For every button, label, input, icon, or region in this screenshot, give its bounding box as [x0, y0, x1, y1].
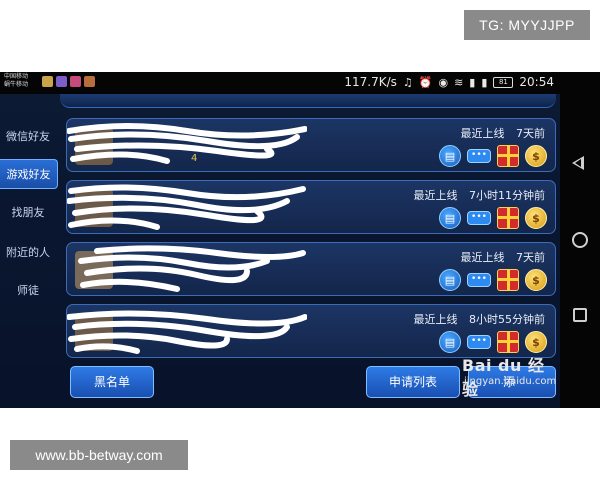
carrier-line-2: 蜗牛移动 — [4, 81, 29, 88]
wifi-icon: ≋ — [454, 75, 464, 89]
last-online: 最近上线 8小时55分钟前 — [414, 311, 546, 327]
last-online: 最近上线 7天前 — [461, 125, 546, 141]
game-friend-panel: 微信好友 游戏好友 找朋友 附近的人 师徒 4 最近上线 7天前 ▤ ••• $… — [0, 94, 560, 408]
profile-button[interactable]: ▤ — [439, 269, 461, 291]
friend-card[interactable]: 4 最近上线 7天前 ▤ ••• $ — [66, 118, 556, 172]
back-icon[interactable] — [572, 156, 584, 170]
profile-button[interactable]: ▤ — [439, 207, 461, 229]
carrier-line-1: 中国移动 — [4, 73, 29, 80]
avatar — [75, 251, 113, 289]
last-online-value: 7天前 — [516, 127, 545, 140]
gold-coin-button[interactable]: $ — [525, 145, 547, 167]
app-notification-icon — [70, 76, 81, 87]
gift-button[interactable] — [497, 145, 519, 167]
gift-button[interactable] — [497, 269, 519, 291]
baidu-watermark-url: jingyan.baidu.com — [464, 376, 557, 387]
profile-button[interactable]: ▤ — [439, 331, 461, 353]
friend-actions: ▤ ••• $ — [439, 145, 547, 167]
status-indicators: 117.7K/s ♫ ⏰ ◉ ≋ ▮ ▮ 81 20:54 — [344, 75, 554, 89]
last-online-value: 8小时55分钟前 — [469, 313, 545, 326]
signal-icon: ▮ — [469, 75, 476, 89]
eye-icon: ◉ — [438, 75, 449, 89]
signal-icon-2: ▮ — [481, 75, 488, 89]
last-online-label: 最近上线 — [460, 127, 505, 140]
app-notification-icon — [42, 76, 53, 87]
gold-coin-button[interactable]: $ — [525, 269, 547, 291]
friend-card[interactable]: 最近上线 7小时11分钟前 ▤ ••• $ — [66, 180, 556, 234]
sidebar-item-wechat-friends[interactable]: 微信好友 — [0, 122, 56, 152]
android-nav-bar — [560, 72, 600, 408]
request-list-button[interactable]: 申请列表 — [366, 366, 460, 398]
clock: 20:54 — [519, 75, 554, 89]
chat-button[interactable]: ••• — [467, 211, 491, 225]
chat-button[interactable]: ••• — [467, 335, 491, 349]
screenshot-page: TG: MYYJJPP 中国移动 蜗牛移动 117.7K/s ♫ ⏰ ◉ ≋ ▮… — [0, 0, 600, 480]
sidebar-item-mentor[interactable]: 师徒 — [0, 276, 56, 306]
url-watermark: www.bb-betway.com — [10, 440, 188, 470]
blacklist-button[interactable]: 黑名单 — [70, 366, 154, 398]
network-speed: 117.7K/s — [344, 75, 397, 89]
last-online-value: 7天前 — [516, 251, 545, 264]
last-online-value: 7小时11分钟前 — [469, 189, 545, 202]
chat-button[interactable]: ••• — [467, 273, 491, 287]
tg-watermark: TG: MYYJJPP — [464, 10, 590, 40]
app-notification-icon — [56, 76, 67, 87]
last-online-label: 最近上线 — [460, 251, 505, 264]
friend-actions: ▤ ••• $ — [439, 269, 547, 291]
headset-icon: ♫ — [402, 75, 413, 89]
last-online-label: 最近上线 — [413, 189, 458, 202]
gift-button[interactable] — [497, 331, 519, 353]
sidebar-item-find-friends[interactable]: 找朋友 — [0, 198, 56, 228]
recent-apps-icon[interactable] — [573, 308, 587, 322]
level-indicator: 4 — [191, 153, 198, 164]
sidebar-item-nearby[interactable]: 附近的人 — [0, 238, 56, 268]
sidebar: 微信好友 游戏好友 找朋友 附近的人 师徒 — [0, 122, 58, 332]
avatar — [75, 127, 113, 165]
profile-button[interactable]: ▤ — [439, 145, 461, 167]
friend-actions: ▤ ••• $ — [439, 207, 547, 229]
avatar — [75, 313, 113, 351]
last-online: 最近上线 7天前 — [461, 249, 546, 265]
gold-coin-button[interactable]: $ — [525, 331, 547, 353]
last-online: 最近上线 7小时11分钟前 — [414, 187, 546, 203]
avatar — [75, 189, 113, 227]
sidebar-item-game-friends[interactable]: 游戏好友 — [0, 159, 58, 189]
gold-coin-button[interactable]: $ — [525, 207, 547, 229]
status-bar: 中国移动 蜗牛移动 117.7K/s ♫ ⏰ ◉ ≋ ▮ ▮ 81 20:54 — [0, 72, 560, 94]
carrier-label: 中国移动 蜗牛移动 — [4, 73, 28, 89]
friend-card[interactable]: 最近上线 7天前 ▤ ••• $ — [66, 242, 556, 296]
app-notification-icon — [84, 76, 95, 87]
last-online-label: 最近上线 — [413, 313, 458, 326]
friend-card[interactable]: 最近上线 8小时55分钟前 ▤ ••• $ — [66, 304, 556, 358]
friend-actions: ▤ ••• $ — [439, 331, 547, 353]
battery-icon: 81 — [493, 76, 514, 88]
top-tab-strip — [60, 94, 556, 108]
gift-button[interactable] — [497, 207, 519, 229]
home-icon[interactable] — [572, 232, 588, 248]
chat-button[interactable]: ••• — [467, 149, 491, 163]
alarm-icon: ⏰ — [418, 75, 433, 89]
phone-screen: 中国移动 蜗牛移动 117.7K/s ♫ ⏰ ◉ ≋ ▮ ▮ 81 20:54 — [0, 72, 600, 408]
notification-icons — [42, 76, 95, 87]
